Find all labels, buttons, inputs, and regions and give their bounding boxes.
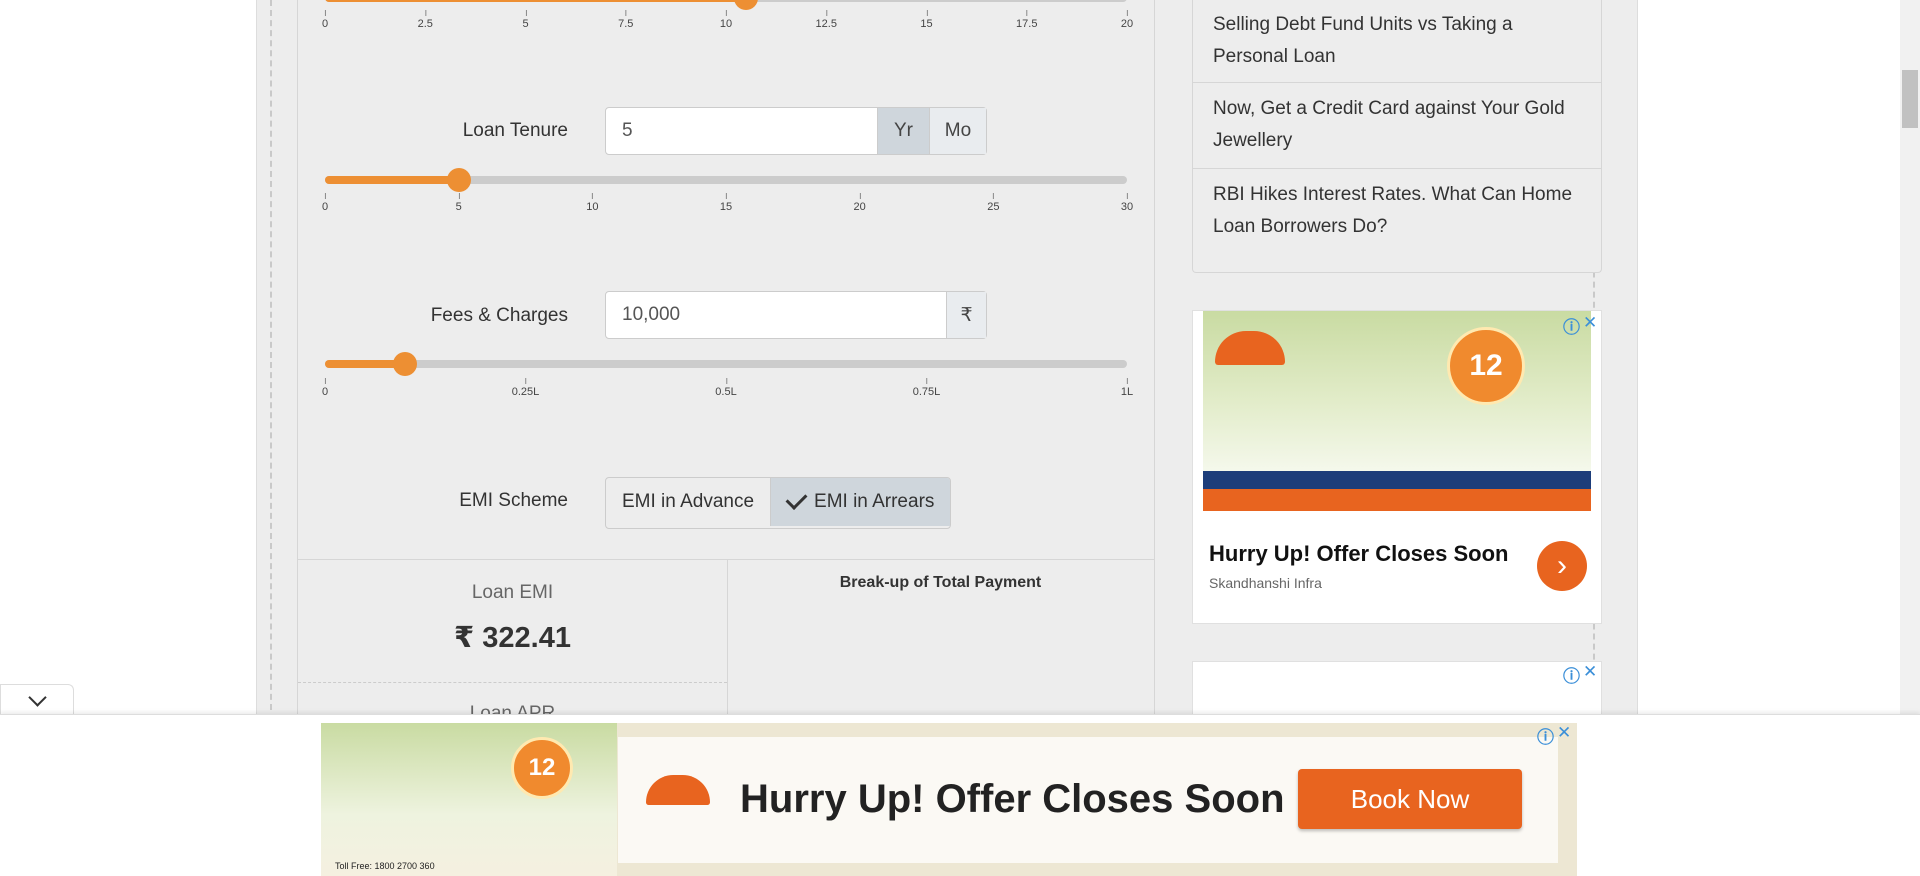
scale-tick: 10 xyxy=(586,193,599,213)
anniversary-badge: 12 xyxy=(511,737,573,799)
loan-emi-title: Loan EMI xyxy=(471,582,554,603)
scale-tick: 12.5 xyxy=(815,10,837,30)
scale-tick: 5 xyxy=(522,10,529,30)
ad-headline[interactable]: Hurry Up! Offer Closes Soon xyxy=(740,777,1285,822)
loan-tenure-value: 5 xyxy=(622,120,633,141)
ad-close-icon[interactable]: ✕ xyxy=(1583,662,1597,682)
ad-info-icon[interactable]: ⓘ xyxy=(1537,723,1554,748)
scale-tick: 10 xyxy=(719,10,733,30)
scale-tick: 5 xyxy=(455,193,462,213)
month-toggle[interactable]: Mo xyxy=(929,108,986,154)
loan-tenure-input[interactable]: 5 Yr Mo xyxy=(605,107,987,155)
anniversary-badge: 12 xyxy=(1447,327,1525,405)
scale-tick: 0.5L xyxy=(715,378,737,398)
results-section: Loan EMI ₹ 322.41 Loan APR Break-up of T… xyxy=(298,559,1154,724)
book-now-button[interactable]: Book Now xyxy=(1298,769,1522,829)
interest-rate-slider[interactable] xyxy=(325,0,1127,10)
scale-tick: 0 xyxy=(321,10,329,30)
ad-advertiser: Skandhanshi Infra xyxy=(1209,575,1322,591)
divider xyxy=(270,0,272,720)
advertiser-logo xyxy=(646,775,710,805)
slider-handle[interactable] xyxy=(446,168,471,192)
scale-tick: 0 xyxy=(321,378,329,398)
loan-tenure-label: Loan Tenure xyxy=(462,120,568,141)
scrollbar-thumb[interactable] xyxy=(1902,70,1918,128)
fees-charges-input[interactable]: 10,000 ₹ xyxy=(605,291,987,339)
ad-close-icon[interactable]: ✕ xyxy=(1557,723,1571,743)
chevron-right-icon[interactable]: › xyxy=(1537,541,1587,591)
ad-strip xyxy=(1203,489,1591,511)
scale-tick: 7.5 xyxy=(618,10,634,30)
loan-tenure-slider[interactable] xyxy=(325,168,1127,192)
year-toggle[interactable]: Yr xyxy=(877,108,929,154)
interest-rate-scale: 0 2.5 5 7.5 10 12.5 15 17.5 20 xyxy=(298,10,1154,32)
article-link[interactable]: RBI Hikes Interest Rates. What Can Home … xyxy=(1193,179,1601,255)
collapse-ad-button[interactable] xyxy=(0,684,74,715)
fees-charges-slider[interactable] xyxy=(325,352,1127,376)
scale-tick: 20 xyxy=(853,193,866,213)
ad-info-icon[interactable]: ⓘ xyxy=(1563,313,1580,338)
bottom-advertisement[interactable]: 12 Toll Free: 1800 2700 360 Hurry Up! Of… xyxy=(321,723,1577,876)
scale-tick: 15 xyxy=(719,193,733,213)
scale-tick: 1L xyxy=(1120,378,1134,398)
divider xyxy=(298,682,727,683)
ad-info-icon[interactable]: ⓘ xyxy=(1563,662,1580,687)
scale-tick: 0.75L xyxy=(912,378,941,398)
scale-tick: 25 xyxy=(987,193,1000,213)
emi-in-arrears-label: EMI in Arrears xyxy=(814,491,935,512)
advertiser-logo xyxy=(1215,331,1285,365)
emi-in-arrears-option[interactable]: EMI in Arrears xyxy=(770,478,951,526)
breakup-title: Break-up of Total Payment xyxy=(839,574,1042,591)
slider-fill xyxy=(325,0,747,2)
side-advertisement-2[interactable]: ⓘ ✕ xyxy=(1192,661,1602,722)
scale-tick: 30 xyxy=(1120,193,1134,213)
slider-fill xyxy=(325,176,459,184)
fees-charges-scale: 0 0.25L 0.5L 0.75L 1L xyxy=(298,378,1154,400)
emi-scheme-toggle: EMI in Advance EMI in Arrears xyxy=(605,477,952,529)
toll-free-number: Toll Free: 1800 2700 360 xyxy=(335,861,435,871)
emi-summary: Loan EMI ₹ 322.41 Loan APR xyxy=(298,560,728,724)
emi-in-advance-option[interactable]: EMI in Advance xyxy=(606,478,770,526)
ad-card[interactable]: Hurry Up! Offer Closes Soon Book Now xyxy=(618,737,1558,863)
rupee-addon: ₹ xyxy=(946,292,986,338)
slider-handle[interactable] xyxy=(734,0,759,10)
scale-tick: 17.5 xyxy=(1016,10,1038,30)
ad-image[interactable]: 12 xyxy=(1203,311,1591,511)
slider-handle[interactable] xyxy=(393,352,418,376)
ad-headline[interactable]: Hurry Up! Offer Closes Soon xyxy=(1209,541,1508,567)
ad-image[interactable]: 12 Toll Free: 1800 2700 360 xyxy=(321,723,617,876)
chevron-down-icon xyxy=(27,687,47,707)
scale-tick: 0 xyxy=(321,193,329,213)
emi-scheme-label: EMI Scheme xyxy=(459,490,568,511)
scale-tick: 2.5 xyxy=(417,10,433,30)
fees-charges-label: Fees & Charges xyxy=(430,305,568,326)
loan-emi-value: ₹ 322.41 xyxy=(454,622,571,654)
ad-strip xyxy=(1203,471,1591,489)
bottom-ad-bar: 12 Toll Free: 1800 2700 360 Hurry Up! Of… xyxy=(0,714,1920,876)
scale-tick: 20 xyxy=(1120,10,1134,30)
article-link[interactable]: Now, Get a Credit Card against Your Gold… xyxy=(1193,93,1601,169)
scale-tick: 15 xyxy=(920,10,933,30)
related-articles: Selling Debt Fund Units vs Taking a Pers… xyxy=(1192,0,1602,273)
check-icon xyxy=(785,488,808,510)
scale-tick: 0.25L xyxy=(511,378,540,398)
side-advertisement[interactable]: 12 ⓘ ✕ Hurry Up! Offer Closes Soon Skand… xyxy=(1192,310,1602,624)
article-link[interactable]: Selling Debt Fund Units vs Taking a Pers… xyxy=(1193,9,1601,83)
emi-calculator-panel: 0 2.5 5 7.5 10 12.5 15 17.5 20 Loan Tenure 5 Yr … xyxy=(297,0,1155,724)
fees-charges-value: 10,000 xyxy=(622,304,681,325)
loan-tenure-scale: 0 5 10 15 20 25 30 xyxy=(298,193,1154,215)
ad-close-icon[interactable]: ✕ xyxy=(1583,313,1597,333)
